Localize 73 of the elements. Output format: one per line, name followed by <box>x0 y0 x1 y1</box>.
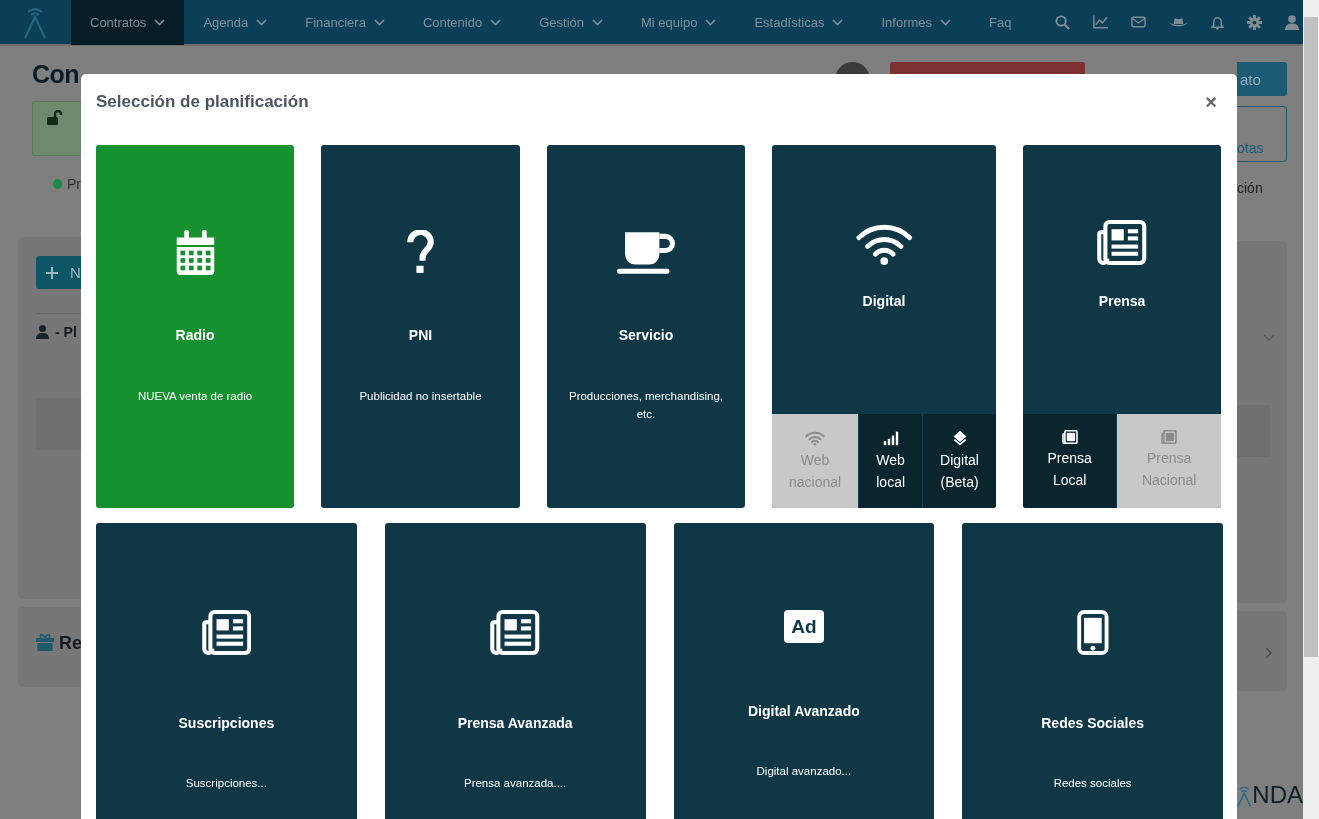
nav-menu-item[interactable]: Contenido <box>403 0 521 45</box>
coffee-cup-icon <box>616 230 676 275</box>
newspaper-icon <box>490 610 540 655</box>
envelope-icon[interactable] <box>1131 16 1147 28</box>
tile-title: Radio <box>175 327 215 343</box>
nav-menu-item[interactable]: Financiera <box>286 0 404 45</box>
gift-icon <box>36 633 54 651</box>
nav-menu-item[interactable]: Mi equipo <box>622 0 736 45</box>
tile-description: Digital avanzado... <box>756 764 852 779</box>
chevron-down-icon <box>1263 334 1275 341</box>
sub-option-button[interactable]: Prensa Local <box>1023 414 1117 508</box>
hat-icon[interactable] <box>1169 16 1189 28</box>
nav-menu-item[interactable]: Estadísticas <box>735 0 863 45</box>
sub-option-button[interactable]: Digital (Beta) <box>922 414 996 508</box>
tile-description: Publicidad no insertable <box>359 389 482 404</box>
nav-menu-item[interactable]: Gestión <box>520 0 622 45</box>
question-mark-icon <box>407 230 434 275</box>
plus-icon <box>46 266 58 279</box>
dialog-title: Selección de planificación <box>96 92 309 112</box>
settings-icon[interactable] <box>1247 14 1263 30</box>
antenna-logo-icon[interactable] <box>22 5 48 39</box>
page-title: Con <box>32 60 81 89</box>
user-icon[interactable] <box>1285 14 1300 30</box>
chevron-right-icon <box>1265 647 1272 659</box>
planning-option-tile[interactable]: Servicio Producciones, merchandising, etc. <box>547 145 745 508</box>
tile-title: Prensa <box>1098 293 1146 309</box>
smartphone-icon <box>1075 610 1110 655</box>
brand-name: NDA <box>1252 781 1303 809</box>
planning-option-tile[interactable]: PNI Publicidad no insertable <box>321 145 520 508</box>
tile-description: Prensa avanzada.... <box>463 776 567 791</box>
planning-option-tile[interactable]: Ad Digital Avanzado Digital avanzado... <box>673 523 935 819</box>
section-heading: Re <box>59 633 81 654</box>
ad-badge-icon: Ad <box>784 610 824 643</box>
tile-title: Redes Sociales <box>1041 715 1144 731</box>
nav-menu-item[interactable]: Agenda <box>184 0 287 45</box>
line-chart-icon[interactable] <box>1093 15 1109 29</box>
unlock-icon <box>47 110 63 126</box>
nav-menu-item[interactable]: Informes <box>862 0 971 45</box>
tile-title: Suscripciones <box>178 715 275 731</box>
tile-title: Digital <box>862 293 906 309</box>
scrollbar[interactable] <box>1303 0 1319 819</box>
person-icon <box>36 325 49 339</box>
status-text: ción <box>1237 180 1264 196</box>
sub-option-button[interactable]: Web local <box>858 414 923 508</box>
planning-option-tile[interactable]: Radio NUEVA venta de radio <box>96 145 294 508</box>
layers-icon <box>951 430 968 446</box>
tile-description: Redes sociales <box>1053 776 1132 791</box>
nav-menu-item[interactable]: Faq <box>970 0 1031 45</box>
tile-description: Producciones, merchandising, etc. <box>567 389 725 423</box>
signal-bars-icon <box>882 430 899 446</box>
tile-description: NUEVA venta de radio <box>137 389 253 404</box>
new-button[interactable]: N <box>36 256 81 289</box>
bell-icon[interactable] <box>1211 14 1225 30</box>
newspaper-icon <box>1061 430 1078 444</box>
status-text: Pr <box>67 176 81 192</box>
tile-title: Servicio <box>618 327 674 343</box>
newspaper-icon <box>1161 430 1178 444</box>
section-heading: - Pl <box>55 324 77 340</box>
tile-title: Digital Avanzado <box>748 703 860 719</box>
tile-title: PNI <box>408 327 433 343</box>
nav-menu-item[interactable]: Contratos <box>71 0 185 45</box>
save-contract-button[interactable]: ato <box>1237 62 1287 96</box>
planning-option-tile[interactable]: Suscripciones Suscripciones... <box>96 523 357 819</box>
planning-option-tile[interactable]: Prensa Avanzada Prensa avanzada.... <box>384 523 646 819</box>
wifi-icon <box>805 430 826 446</box>
newspaper-icon <box>201 610 252 655</box>
newspaper-icon <box>1097 220 1147 265</box>
planning-option-tile[interactable]: Redes Sociales Redes sociales <box>962 523 1223 819</box>
close-button[interactable]: × <box>1199 90 1223 114</box>
info-icon <box>53 179 62 189</box>
tile-title: Prensa Avanzada <box>457 715 573 731</box>
search-icon[interactable] <box>1055 14 1071 30</box>
tile-description: Suscripciones... <box>185 776 267 791</box>
